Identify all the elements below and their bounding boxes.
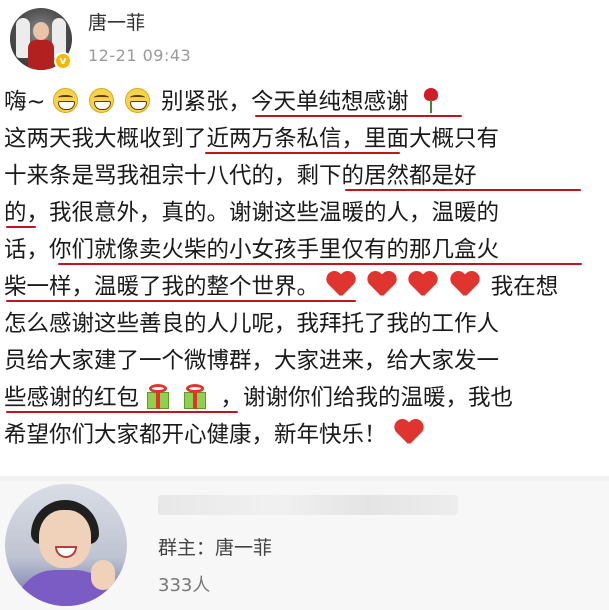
heart-emoji-icon xyxy=(450,272,479,299)
rose-emoji-icon xyxy=(420,88,442,114)
heart-emoji-icon xyxy=(326,272,355,299)
avatar-face xyxy=(39,510,91,568)
highlight-underline xyxy=(205,152,400,154)
group-member-count: 333人 xyxy=(158,575,211,596)
grin-emoji-icon xyxy=(52,88,78,113)
highlight-underline xyxy=(255,115,462,117)
post-text: 怎么感谢这些善良的人儿呢，我拜托了我的工作人 xyxy=(4,311,500,337)
group-avatar[interactable] xyxy=(5,484,127,606)
post-text: 的，我很意外，真的。谢谢这些温暖的人，温暖的 xyxy=(4,200,500,226)
heart-emoji-icon xyxy=(394,420,423,447)
gift-emoji-icon xyxy=(146,384,170,409)
post-text: 希望你们大家都开心健康，新年快乐！ xyxy=(4,422,387,448)
highlight-underline xyxy=(345,189,581,191)
post-text: 别紧张，今天单纯想感谢 xyxy=(160,89,409,115)
grin-emoji-icon xyxy=(88,88,114,113)
blurred-group-name xyxy=(158,495,458,515)
post-line-8: 员给大家建了一个微博群，大家进来，给大家发一 xyxy=(4,343,499,380)
post-text: ，谢谢你们给我的温暖，我也 xyxy=(220,385,513,411)
post-text: 这两天我大概收到了近两万条私信，里面大概只有 xyxy=(4,126,500,152)
post-text: 话，你们就像卖火柴的小女孩手里仅有的那几盒火 xyxy=(4,237,500,263)
username[interactable]: 唐一菲 xyxy=(88,8,145,35)
gift-emoji-icon xyxy=(183,384,207,409)
post-header: v 唐一菲 12-21 09:43 xyxy=(0,0,609,80)
highlight-underline xyxy=(6,411,238,413)
verified-badge-icon: v xyxy=(54,52,72,70)
highlight-underline xyxy=(6,300,356,302)
heart-emoji-icon xyxy=(367,272,396,299)
post-text: 十来条是骂我祖宗十八代的，剩下的居然都是好 xyxy=(4,163,477,189)
post-text: 我在想 xyxy=(490,274,559,300)
post-text: 柴一样，温暖了我的整个世界。 xyxy=(4,274,320,300)
post-timestamp: 12-21 09:43 xyxy=(88,46,192,65)
post-line-10: 希望你们大家都开心健康，新年快乐！ xyxy=(4,417,428,454)
highlight-underline xyxy=(58,263,582,265)
heart-emoji-icon xyxy=(408,272,437,299)
avatar-face xyxy=(33,22,49,40)
post-text: 员给大家建了一个微博群，大家进来，给大家发一 xyxy=(4,348,500,374)
post-text: 嗨~ xyxy=(4,89,46,115)
grin-emoji-icon xyxy=(124,88,150,113)
group-owner-label: 群主：唐一菲 xyxy=(158,537,273,559)
post-line-4: 的，我很意外，真的。谢谢这些温暖的人，温暖的 xyxy=(4,195,499,232)
post-line-7: 怎么感谢这些善良的人儿呢，我拜托了我的工作人 xyxy=(4,306,499,343)
avatar-hand xyxy=(91,560,115,590)
weibo-group-card[interactable]: 群主：唐一菲 333人 xyxy=(0,481,609,610)
highlight-underline xyxy=(6,226,36,228)
post-text: 些感谢的红包 xyxy=(4,385,140,411)
avatar-body xyxy=(28,40,54,70)
